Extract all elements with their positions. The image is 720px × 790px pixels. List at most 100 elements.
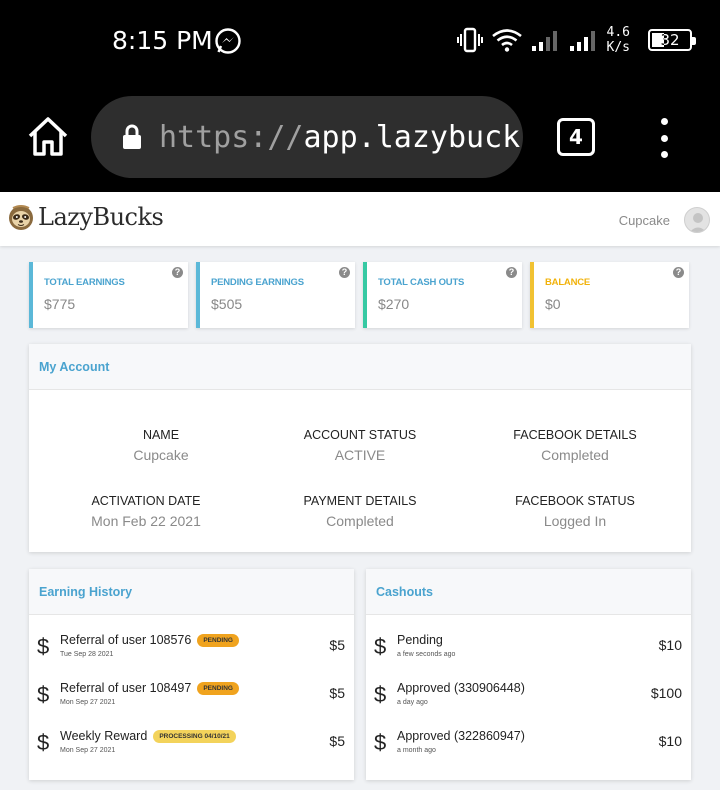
earning-title: Referral of user 108497: [60, 681, 192, 695]
stat-label: Total Earnings: [44, 277, 125, 288]
earning-title: Weekly Reward: [60, 729, 148, 743]
avatar[interactable]: [684, 207, 710, 233]
url-host: app.lazybucks.co: [303, 119, 524, 155]
status-icons: 4.6 K/s 32: [456, 20, 696, 60]
user-name: Cupcake: [618, 212, 670, 228]
cashout-date: a day ago: [397, 699, 428, 706]
user-menu[interactable]: Cupcake: [619, 207, 710, 233]
user-avatar-icon: [689, 213, 707, 232]
dollar-icon: $: [374, 682, 387, 707]
earning-title-line: Referral of user 108576 PENDING: [60, 633, 239, 647]
field-value: Completed: [326, 513, 394, 529]
earning-amount: $5: [329, 733, 345, 749]
stat-value: $270: [378, 296, 410, 312]
logo-text: LazyBucks: [38, 203, 164, 231]
list-item: $ Approved (330906448) a day ago $100: [366, 671, 691, 719]
panel-title: Cashouts: [366, 569, 691, 615]
wifi-icon: [491, 29, 522, 52]
earning-date: Tue Sep 28 2021: [60, 651, 114, 658]
field-value: Mon Feb 22 2021: [91, 513, 201, 529]
account-status: Account Status ACTIVE: [260, 428, 460, 463]
help-icon[interactable]: ?: [172, 267, 183, 278]
stat-card-balance: Balance $0 ?: [530, 262, 689, 328]
help-icon[interactable]: ?: [673, 267, 684, 278]
earning-title-line: Weekly Reward PROCESSING 04/10/21: [60, 729, 236, 743]
cashout-date: a few seconds ago: [397, 651, 456, 658]
earning-date: Mon Sep 27 2021: [60, 699, 116, 706]
cashout-title: Approved (330906448): [397, 681, 525, 695]
field-value: Completed: [541, 447, 609, 463]
stat-label: Total Cash Outs: [378, 277, 465, 288]
battery-icon: 32: [648, 29, 696, 51]
earning-title: Referral of user 108576: [60, 633, 192, 647]
cashout-amount: $100: [650, 685, 682, 701]
cashout-title: Approved (322860947): [397, 729, 525, 743]
earning-amount: $5: [329, 637, 345, 653]
panel-title: My Account: [29, 344, 691, 390]
logo[interactable]: LazyBucks: [8, 203, 164, 231]
battery-level: 32: [660, 31, 680, 49]
browser-toolbar: https://app.lazybucks.co 4: [0, 82, 720, 192]
account-payment-details: Payment Details Completed: [260, 494, 460, 529]
app-header: LazyBucks Cupcake: [0, 192, 720, 246]
field-label: Payment Details: [303, 494, 417, 508]
field-value: Logged In: [543, 513, 607, 529]
browser-menu-icon[interactable]: [656, 118, 672, 158]
stat-value: $0: [545, 296, 561, 312]
cashout-amount: $10: [658, 637, 682, 653]
field-value: ACTIVE: [334, 447, 386, 463]
cashout-title: Pending: [397, 633, 443, 647]
account-activation-date: Activation Date Mon Feb 22 2021: [46, 494, 246, 529]
list-item: $ Referral of user 108497 PENDING Mon Sep…: [29, 671, 354, 719]
signal-icon: [569, 31, 595, 51]
list-item: $ Pending a few seconds ago $10: [366, 623, 691, 671]
dollar-icon: $: [37, 634, 50, 659]
cashout-date: a month ago: [397, 747, 436, 754]
lock-icon: [123, 124, 141, 149]
web-page: LazyBucks Cupcake Total Earnings $775 ? …: [0, 192, 720, 790]
cashouts-panel: Cashouts $ Pending a few seconds ago $10…: [366, 569, 691, 780]
status-badge: PROCESSING 04/10/21: [153, 730, 236, 743]
cashout-amount: $10: [658, 733, 682, 749]
status-bar: 8:15 PM 4.6 K/s 32: [0, 0, 720, 82]
network-speed-value: 4.6: [606, 25, 630, 40]
field-label: Facebook Details: [513, 428, 637, 442]
earning-date: Mon Sep 27 2021: [60, 747, 116, 754]
address-bar[interactable]: https://app.lazybucks.co: [91, 96, 523, 178]
account-name: Name Cupcake: [61, 428, 261, 463]
stat-card-total-earnings: Total Earnings $775 ?: [29, 262, 188, 328]
earning-amount: $5: [329, 685, 345, 701]
dollar-icon: $: [374, 730, 387, 755]
field-value: Cupcake: [133, 447, 189, 463]
list-item: $ Referral of user 108576 PENDING Tue Sep…: [29, 623, 354, 671]
dollar-icon: $: [37, 682, 50, 707]
field-label: Account Status: [303, 428, 417, 442]
url-text[interactable]: https://app.lazybucks.co: [159, 120, 523, 155]
network-speed-unit: K/s: [606, 40, 630, 55]
stat-card-pending-earnings: Pending Earnings $505 ?: [196, 262, 355, 328]
list-item: $ Approved (322860947) a month ago $10: [366, 719, 691, 767]
sloth-logo-icon: [9, 205, 33, 230]
earning-history-panel: Earning History $ Referral of user 10857…: [29, 569, 354, 780]
dollar-icon: $: [37, 730, 50, 755]
field-label: Name: [142, 428, 180, 442]
my-account-panel: My Account Name Cupcake Account Status A…: [29, 344, 691, 552]
dollar-icon: $: [374, 634, 387, 659]
account-facebook-status: Facebook Status Logged In: [475, 494, 675, 529]
stat-value: $505: [211, 296, 243, 312]
list-item: $ Weekly Reward PROCESSING 04/10/21 Mon S…: [29, 719, 354, 767]
field-label: Activation Date: [91, 494, 201, 508]
stat-value: $775: [44, 296, 76, 312]
stat-label: Pending Earnings: [211, 277, 304, 288]
home-icon[interactable]: [26, 114, 70, 158]
messenger-icon: [215, 28, 241, 54]
tab-switcher-button[interactable]: 4: [557, 118, 595, 156]
stat-label: Balance: [545, 277, 591, 288]
status-time: 8:15 PM: [112, 26, 213, 55]
help-icon[interactable]: ?: [339, 267, 350, 278]
url-scheme: https://: [159, 119, 304, 155]
help-icon[interactable]: ?: [506, 267, 517, 278]
panel-title: Earning History: [29, 569, 354, 615]
vibrate-icon: [456, 27, 483, 53]
stat-card-total-cash-outs: Total Cash Outs $270 ?: [363, 262, 522, 328]
